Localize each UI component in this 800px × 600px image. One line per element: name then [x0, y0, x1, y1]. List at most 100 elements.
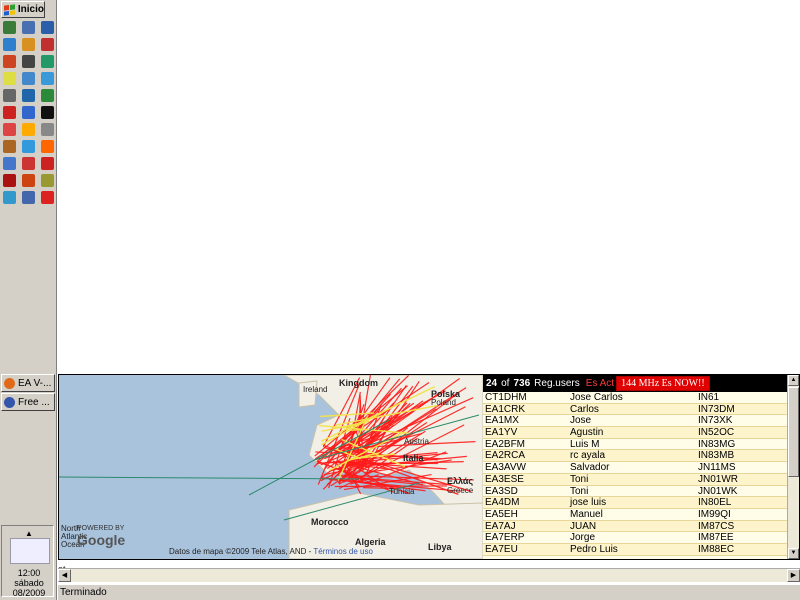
- taskbar-button-ea-v[interactable]: EA V-...: [1, 374, 55, 392]
- user-call: EA1CRK: [485, 403, 526, 415]
- user-row[interactable]: CT1DHM Jose Carlos IN61: [483, 392, 787, 404]
- quick-launch-icon[interactable]: [41, 72, 54, 85]
- quick-launch-icon[interactable]: [41, 38, 54, 51]
- quick-launch-icon[interactable]: [3, 38, 16, 51]
- horizontal-scrollbar[interactable]: ◀ ▶: [58, 568, 800, 582]
- scroll-left-icon[interactable]: ◀: [58, 569, 71, 582]
- taskbar-button-label: Free ...: [18, 396, 50, 408]
- quick-launch-icon[interactable]: [3, 89, 16, 102]
- users-header: 24 of 736 Reg.users Es Act 144 MHz Es NO…: [483, 375, 787, 392]
- scroll-down-icon[interactable]: ▼: [788, 548, 799, 559]
- user-call: EA3AVW: [485, 462, 526, 474]
- user-row[interactable]: EA3AVW Salvador JN11MS: [483, 462, 787, 474]
- quick-launch-icon[interactable]: [41, 123, 54, 136]
- user-row[interactable]: EA5EH Manuel IM99QI: [483, 509, 787, 521]
- user-name: rc ayala: [570, 450, 606, 462]
- map-label-austria: Austria: [404, 437, 429, 446]
- user-row[interactable]: EA3SD Toni JN01WK: [483, 486, 787, 498]
- user-locator: IN73DM: [698, 403, 735, 415]
- user-locator: IM99QI: [698, 508, 731, 520]
- user-row[interactable]: EA1YV Agustin IN52OC: [483, 427, 787, 439]
- quick-launch-icon[interactable]: [41, 55, 54, 68]
- status-text: Terminado: [60, 587, 107, 598]
- start-label: Inicio: [17, 4, 44, 15]
- quick-launch-icon[interactable]: [41, 140, 54, 153]
- users-scrollbar[interactable]: ▲ ▼: [787, 375, 799, 559]
- quick-launch-icon[interactable]: [22, 89, 35, 102]
- quick-launch-icon[interactable]: [22, 123, 35, 136]
- start-button[interactable]: Inicio: [1, 1, 45, 18]
- quick-launch-icon[interactable]: [3, 174, 16, 187]
- quick-launch-icon[interactable]: [3, 157, 16, 170]
- quick-launch-icon[interactable]: [41, 21, 54, 34]
- quick-launch-icon[interactable]: [41, 174, 54, 187]
- quick-launch-icon[interactable]: [22, 191, 35, 204]
- quick-launch-icon[interactable]: [22, 157, 35, 170]
- user-row[interactable]: EA3ESE Toni JN01WR: [483, 473, 787, 486]
- quick-launch-icon[interactable]: [22, 140, 35, 153]
- google-logo[interactable]: POWERED BY Google: [77, 525, 125, 548]
- scroll-thumb[interactable]: [788, 387, 799, 477]
- quick-launch-icon[interactable]: [3, 106, 16, 119]
- quick-launch-icon[interactable]: [3, 123, 16, 136]
- map-label-greece: Greece: [447, 486, 474, 495]
- taskbar-button-free[interactable]: Free ...: [1, 393, 55, 411]
- user-locator: IN80EL: [698, 497, 732, 509]
- propagation-map[interactable]: Ireland Kingdom Polska Poland Austria It…: [59, 375, 483, 559]
- quick-launch-icon[interactable]: [3, 55, 16, 68]
- user-row[interactable]: EA1CRK Carlos IN73DM: [483, 403, 787, 416]
- propagation-path-yellow: [345, 428, 362, 432]
- user-row[interactable]: EA2BFM Luis M IN83MG: [483, 439, 787, 451]
- quick-launch-icon[interactable]: [3, 191, 16, 204]
- desktop: Inicio EA V-... Free ... ▲ 12:00 sábado …: [0, 0, 800, 600]
- scroll-right-icon[interactable]: ▶: [787, 569, 800, 582]
- user-locator: IN83MG: [698, 438, 736, 450]
- quick-launch-icon[interactable]: [22, 72, 35, 85]
- scroll-up-icon[interactable]: ▲: [788, 375, 799, 386]
- user-locator: IN73XK: [698, 415, 733, 427]
- map-label-libya: Libya: [428, 542, 452, 552]
- user-name: Manuel: [570, 508, 603, 520]
- quick-launch-icon[interactable]: [41, 89, 54, 102]
- terms-link[interactable]: Términos de uso: [313, 547, 373, 556]
- quick-launch-icon[interactable]: [3, 21, 16, 34]
- quick-launch-icon[interactable]: [3, 140, 16, 153]
- user-call: EA7AJ: [485, 520, 516, 532]
- clock[interactable]: 12:00 sábado 08/2009: [6, 568, 52, 598]
- tools-icon: [4, 396, 15, 408]
- user-call: EA2BFM: [485, 438, 526, 450]
- user-locator: JN11MS: [698, 462, 736, 474]
- user-name: jose luis: [570, 497, 607, 509]
- quick-launch-icon[interactable]: [22, 106, 35, 119]
- quick-launch-icon[interactable]: [41, 157, 54, 170]
- es-alert-badge[interactable]: 144 MHz Es NOW!!: [616, 376, 710, 391]
- online-count: 24: [486, 378, 498, 389]
- user-row[interactable]: EA7ERP Jorge IM87EE: [483, 532, 787, 544]
- quick-launch-icon[interactable]: [41, 191, 54, 204]
- quick-launch-icon[interactable]: [22, 174, 35, 187]
- map-label-kingdom: Kingdom: [339, 378, 378, 388]
- user-row[interactable]: EA1MX Jose IN73XK: [483, 415, 787, 428]
- chevron-up-icon[interactable]: ▲: [25, 529, 33, 538]
- quick-launch-icon[interactable]: [22, 21, 35, 34]
- user-call: EA3SD: [485, 485, 518, 497]
- tray-icons[interactable]: [10, 538, 50, 564]
- quick-launch-icon[interactable]: [41, 106, 54, 119]
- quick-launch-icon[interactable]: [22, 55, 35, 68]
- user-row[interactable]: EA2RCA rc ayala IN83MB: [483, 450, 787, 463]
- user-call: EA1YV: [485, 427, 518, 439]
- quick-launch-icon[interactable]: [3, 72, 16, 85]
- total-count: 736: [513, 378, 531, 389]
- user-name: Pedro Luis: [570, 543, 618, 555]
- user-row[interactable]: EA7EU Pedro Luis IM88EC: [483, 543, 787, 556]
- map-credit: Datos de mapa ©2009 Tele Atlas, AND - Té…: [169, 547, 373, 556]
- user-locator: JN01WK: [698, 485, 738, 497]
- quick-launch-icon[interactable]: [22, 38, 35, 51]
- es-active-label: Es Act: [585, 378, 615, 389]
- user-call: EA5EH: [485, 508, 518, 520]
- map-label-morocco: Morocco: [311, 517, 349, 527]
- user-row[interactable]: EA4DM jose luis IN80EL: [483, 497, 787, 509]
- user-name: Salvador: [570, 462, 610, 474]
- firefox-icon: [4, 377, 15, 389]
- user-row[interactable]: EA7AJ JUAN IM87CS: [483, 520, 787, 533]
